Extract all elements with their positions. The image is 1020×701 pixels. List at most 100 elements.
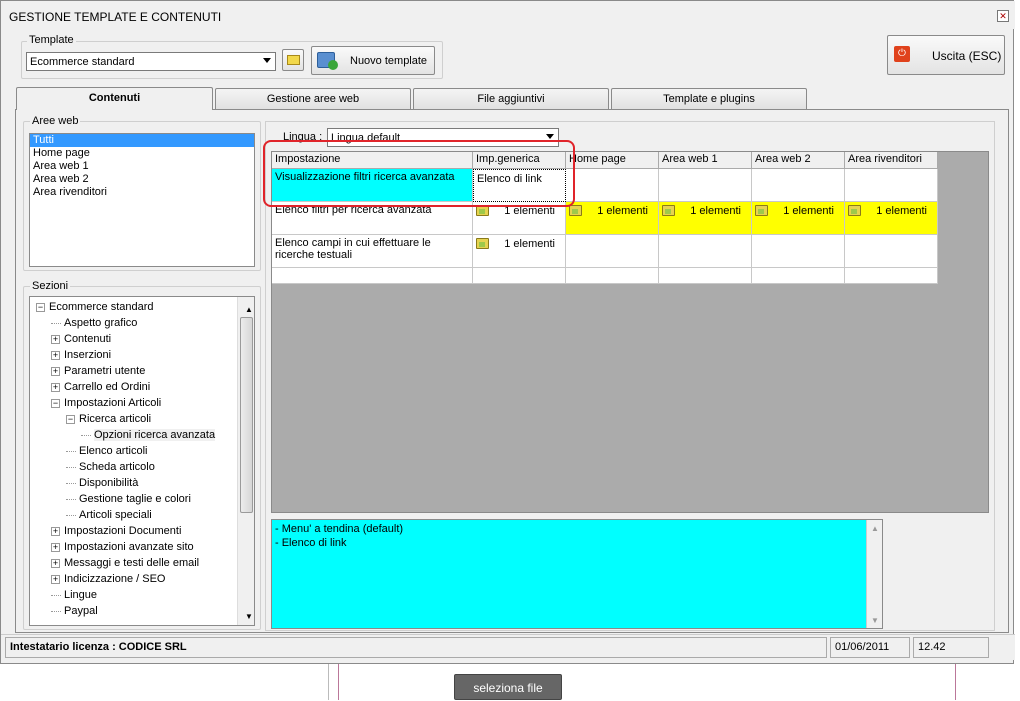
collapse-icon[interactable]: − [51,398,60,408]
table-cell[interactable]: 1 elementi [845,202,938,235]
area-item-area-rivenditori[interactable]: Area rivenditori [30,186,254,199]
table-cell[interactable] [659,268,752,284]
status-bar: Intestatario licenza : CODICE SRL 01/06/… [1,634,1015,660]
aree-web-label: Aree web [30,115,81,127]
sezioni-label: Sezioni [30,280,71,292]
aree-web-list[interactable]: Tutti Home page Area web 1 Area web 2 Ar… [29,133,255,267]
tree-item[interactable]: Articoli speciali [63,507,152,523]
tree-item-label: Carrello ed Ordini [64,381,151,393]
open-folder-button[interactable] [282,49,304,71]
tree-vertical-scrollbar[interactable]: ▲ ▼ [237,297,254,625]
table-cell[interactable] [659,169,752,202]
table-cell[interactable]: 1 elementi [659,202,752,235]
tree-item[interactable]: + Impostazioni avanzate sito [48,539,194,555]
expand-icon[interactable]: + [51,382,60,392]
close-icon[interactable]: ✕ [997,10,1009,22]
folder-icon [476,238,489,249]
tree-item[interactable]: Gestione taglie e colori [63,491,191,507]
scroll-up-icon[interactable]: ▲ [242,302,253,318]
col-header-area-web-1: Area web 1 [659,152,752,169]
background-window [328,664,1020,700]
table-cell[interactable]: 1 elementi [473,235,566,268]
tree-connector [66,498,76,500]
tree-item[interactable]: − Ricerca articoli [63,411,151,427]
tree-item[interactable]: Paypal [48,603,98,619]
expand-icon[interactable]: + [51,350,60,360]
collapse-icon[interactable]: − [36,302,45,312]
tree-item[interactable]: + Indicizzazione / SEO [48,571,166,587]
area-item-home-page[interactable]: Home page [30,147,254,160]
table-cell[interactable] [845,169,938,202]
element-count: 1 elementi [690,205,741,217]
folder-icon [569,205,582,216]
tree-item[interactable]: + Carrello ed Ordini [48,379,150,395]
scroll-up-icon[interactable]: ▲ [871,524,879,533]
area-item-area-web-1[interactable]: Area web 1 [30,160,254,173]
expand-icon[interactable]: + [51,558,60,568]
new-template-button[interactable]: Nuovo template [311,46,435,75]
tree-scroll-thumb[interactable] [240,317,253,513]
options-textarea[interactable]: - Menu' a tendina (default) - Elenco di … [271,519,883,629]
tree-item[interactable]: + Impostazioni Documenti [48,523,181,539]
tree-item-label: Impostazioni avanzate sito [64,541,194,553]
expand-icon[interactable]: + [51,366,60,376]
tree-item[interactable]: − Impostazioni Articoli [48,395,161,411]
table-cell[interactable]: 1 elementi [752,202,845,235]
folder-icon [287,55,300,65]
collapse-icon[interactable]: − [66,414,75,424]
table-cell[interactable] [566,169,659,202]
tree-item-label: Scheda articolo [79,461,155,473]
table-cell[interactable] [752,268,845,284]
folder-icon [848,205,861,216]
table-cell[interactable] [659,235,752,268]
tree-item[interactable]: + Messaggi e testi delle email [48,555,199,571]
expand-icon[interactable]: + [51,334,60,344]
tab-gestione-aree-web[interactable]: Gestione aree web [215,88,411,110]
exit-button[interactable]: ⏻ Uscita (ESC) [887,35,1005,75]
expand-icon[interactable]: + [51,526,60,536]
tree-item-label: Elenco articoli [79,445,148,457]
tree-item[interactable]: Aspetto grafico [48,315,137,331]
table-cell[interactable] [845,268,938,284]
table-cell[interactable]: 1 elementi [566,202,659,235]
tab-contenuti[interactable]: Contenuti [16,87,213,111]
tree-item-label: Contenuti [64,333,112,345]
area-item-area-web-2[interactable]: Area web 2 [30,173,254,186]
title-bar: GESTIONE TEMPLATE E CONTENUTI ✕ [1,1,1015,29]
template-select[interactable]: Ecommerce standard [26,52,276,71]
options-scrollbar[interactable]: ▲ ▼ [866,520,882,628]
area-item-tutti[interactable]: Tutti [30,134,254,147]
table-cell[interactable] [566,235,659,268]
sezioni-tree[interactable]: − Ecommerce standard Aspetto grafico + Conte… [29,296,255,626]
scroll-down-icon[interactable]: ▼ [242,609,253,625]
scroll-down-icon[interactable]: ▼ [871,616,879,625]
tree-connector [51,322,61,324]
table-cell[interactable] [473,268,566,284]
table-cell[interactable] [845,235,938,268]
tab-file-aggiuntivi[interactable]: File aggiuntivi [413,88,609,110]
tree-item[interactable]: − Ecommerce standard [33,299,154,315]
select-file-button[interactable]: seleziona file [454,674,562,700]
tree-item[interactable]: Scheda articolo [63,459,155,475]
table-cell[interactable] [752,169,845,202]
new-template-label: Nuovo template [350,55,428,67]
expand-icon[interactable]: + [51,574,60,584]
tab-template-e-plugins[interactable]: Template e plugins [611,88,807,110]
background-divider [338,664,339,700]
expand-icon[interactable]: + [51,542,60,552]
exit-label: Uscita (ESC) [932,49,1002,63]
table-cell[interactable] [752,235,845,268]
tree-item[interactable]: Lingue [48,587,97,603]
tree-item-label: Disponibilità [79,477,139,489]
table-cell[interactable] [566,268,659,284]
tree-item[interactable]: Elenco articoli [63,443,147,459]
tree-item[interactable]: + Contenuti [48,331,111,347]
tree-item[interactable]: Opzioni ricerca avanzata [78,427,216,443]
table-row-name[interactable]: Elenco campi in cui effettuare le ricerc… [272,235,473,268]
table-cell[interactable] [272,268,473,284]
tree-item[interactable]: + Inserzioni [48,347,111,363]
template-label: Template [27,34,76,46]
tree-item[interactable]: + Parametri utente [48,363,145,379]
status-date: 01/06/2011 [830,637,910,658]
tree-item[interactable]: Disponibilità [63,475,138,491]
